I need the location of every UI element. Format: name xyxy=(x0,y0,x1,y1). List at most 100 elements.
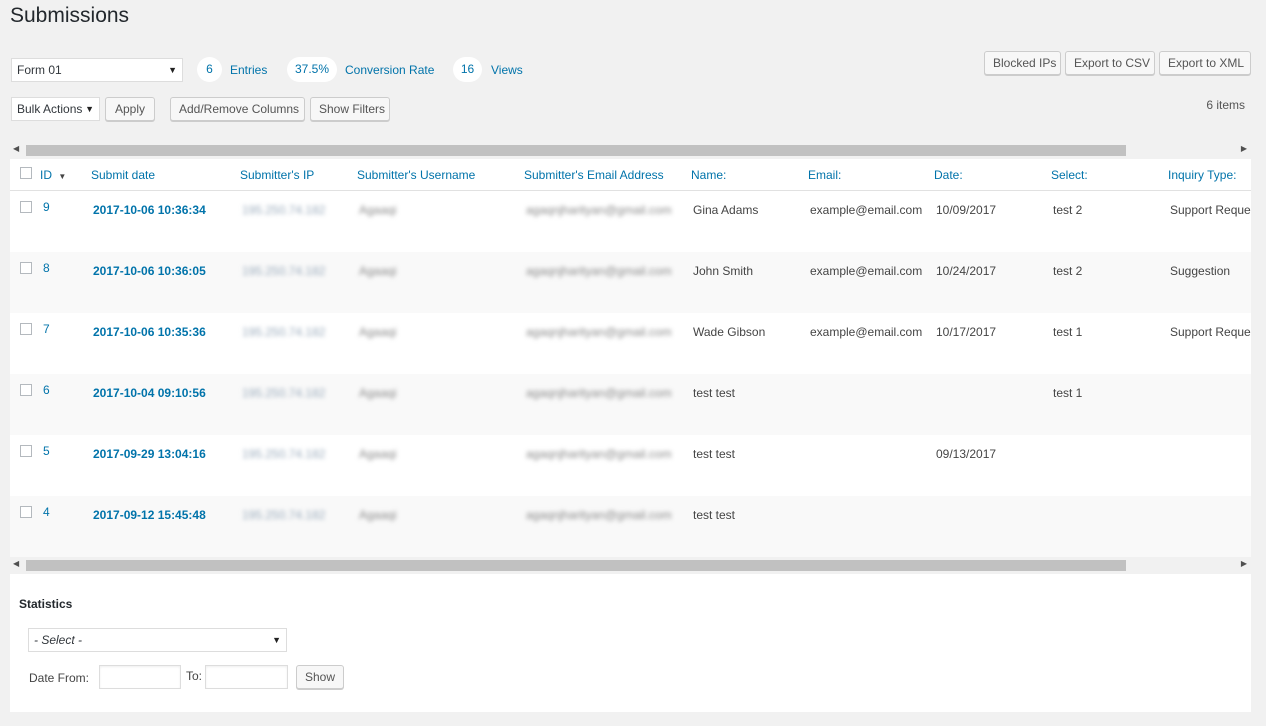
form-select-value: Form 01 xyxy=(17,63,62,77)
submitter-username-cell: Agaaqi xyxy=(359,447,397,461)
column-header-submitter-email[interactable]: Submitter's Email Address xyxy=(524,168,664,182)
date-from-label: Date From: xyxy=(29,671,90,685)
column-header-submitter-ip[interactable]: Submitter's IP xyxy=(240,168,314,182)
submitter-email-cell: agaqnjharityan@gmail.com xyxy=(526,508,672,522)
select-cell: test 2 xyxy=(1053,264,1083,278)
name-cell: John Smith xyxy=(693,264,754,278)
entries-link[interactable]: Entries xyxy=(230,63,267,77)
submitter-username-cell: Agaaqi xyxy=(359,325,397,339)
inquiry-type-cell: Suggestion xyxy=(1170,264,1231,278)
row-checkbox[interactable] xyxy=(20,323,32,335)
id-cell[interactable]: 6 xyxy=(43,383,50,397)
name-cell: test test xyxy=(693,386,736,400)
submit-date-cell[interactable]: 2017-10-06 10:36:34 xyxy=(93,203,206,217)
column-header-submitter-username[interactable]: Submitter's Username xyxy=(357,168,475,182)
form-select[interactable]: Form 01 ▼ xyxy=(11,58,183,82)
column-header-id[interactable]: ID ▼ xyxy=(40,168,66,182)
date-to-label: To: xyxy=(186,669,203,683)
export-csv-button[interactable]: Export to CSV xyxy=(1065,51,1155,75)
id-cell[interactable]: 4 xyxy=(43,505,50,519)
table-header: ID ▼ Submit date Submitter's IP Submitte… xyxy=(10,159,1251,191)
show-statistics-button[interactable]: Show xyxy=(296,665,344,689)
id-cell[interactable]: 9 xyxy=(43,200,50,214)
row-checkbox[interactable] xyxy=(20,384,32,396)
bulk-actions-select[interactable]: Bulk Actions ▼ xyxy=(11,97,100,121)
submitter-ip-cell: 195.250.74.182 xyxy=(242,386,326,400)
submitter-ip-cell: 195.250.74.182 xyxy=(242,447,326,461)
submitter-email-cell: agaqnjharityan@gmail.com xyxy=(526,386,672,400)
horizontal-scrollbar-bottom[interactable]: ◀ ▶ xyxy=(10,557,1251,572)
select-cell: test 1 xyxy=(1053,325,1083,339)
submit-date-cell[interactable]: 2017-09-29 13:04:16 xyxy=(93,447,206,461)
submitter-email-cell: agaqnjharityan@gmail.com xyxy=(526,264,672,278)
table-row: 7 2017-10-06 10:35:36 195.250.74.182 Agaaqi… xyxy=(10,313,1251,374)
date-to-input[interactable] xyxy=(205,665,288,689)
date-cell: 09/13/2017 xyxy=(936,447,997,461)
apply-button[interactable]: Apply xyxy=(105,97,155,121)
statistics-select[interactable]: - Select - ▼ xyxy=(28,628,287,652)
submit-date-cell[interactable]: 2017-10-06 10:35:36 xyxy=(93,325,206,339)
conversion-rate-link[interactable]: Conversion Rate xyxy=(345,63,434,77)
column-header-inquiry-type[interactable]: Inquiry Type: xyxy=(1168,168,1236,182)
submit-date-cell[interactable]: 2017-10-06 10:36:05 xyxy=(93,264,206,278)
submit-date-cell[interactable]: 2017-09-12 15:45:48 xyxy=(93,508,206,522)
caret-down-icon: ▼ xyxy=(85,104,94,114)
row-checkbox[interactable] xyxy=(20,445,32,457)
conversion-rate-badge: 37.5% xyxy=(287,57,337,82)
select-cell: test 1 xyxy=(1053,386,1083,400)
row-checkbox[interactable] xyxy=(20,262,32,274)
name-cell: test test xyxy=(693,447,736,461)
id-cell[interactable]: 7 xyxy=(43,322,50,336)
views-link[interactable]: Views xyxy=(491,63,523,77)
submissions-table: ID ▼ Submit date Submitter's IP Submitte… xyxy=(10,159,1251,558)
horizontal-scrollbar-top[interactable]: ◀ ▶ xyxy=(10,142,1251,157)
column-header-name[interactable]: Name: xyxy=(691,168,726,182)
id-cell[interactable]: 8 xyxy=(43,261,50,275)
table-row: 4 2017-09-12 15:45:48 195.250.74.182 Agaaqi… xyxy=(10,496,1251,557)
statistics-panel: Statistics - Select - ▼ Date From: To: S… xyxy=(10,574,1251,712)
arrow-right-icon[interactable]: ▶ xyxy=(1241,144,1247,153)
email-cell: example@email.com xyxy=(810,325,923,339)
scrollbar-thumb[interactable] xyxy=(26,145,1126,156)
views-count-badge: 16 xyxy=(453,57,482,82)
column-header-select[interactable]: Select: xyxy=(1051,168,1088,182)
arrow-right-icon[interactable]: ▶ xyxy=(1241,559,1247,568)
blocked-ips-button[interactable]: Blocked IPs xyxy=(984,51,1061,75)
submitter-ip-cell: 195.250.74.182 xyxy=(242,325,326,339)
export-xml-button[interactable]: Export to XML xyxy=(1159,51,1251,75)
submitter-username-cell: Agaaqi xyxy=(359,203,397,217)
show-filters-button[interactable]: Show Filters xyxy=(310,97,390,121)
caret-down-icon: ▼ xyxy=(168,65,177,75)
inquiry-type-cell: Support Request xyxy=(1170,325,1251,339)
row-checkbox[interactable] xyxy=(20,201,32,213)
row-checkbox[interactable] xyxy=(20,506,32,518)
table-row: 5 2017-09-29 13:04:16 195.250.74.182 Agaaqi… xyxy=(10,435,1251,496)
column-header-date[interactable]: Date: xyxy=(934,168,963,182)
submitter-username-cell: Agaaqi xyxy=(359,264,397,278)
submitter-email-cell: agaqnjharityan@gmail.com xyxy=(526,325,672,339)
date-from-input[interactable] xyxy=(99,665,181,689)
name-cell: Wade Gibson xyxy=(693,325,766,339)
select-all-checkbox[interactable] xyxy=(20,167,32,179)
submit-date-cell[interactable]: 2017-10-04 09:10:56 xyxy=(93,386,206,400)
item-count: 6 items xyxy=(1206,98,1245,112)
email-cell: example@email.com xyxy=(810,203,923,217)
submitter-ip-cell: 195.250.74.182 xyxy=(242,264,326,278)
statistics-select-value: - Select - xyxy=(34,633,83,647)
column-header-label: ID xyxy=(40,168,52,182)
sort-descending-icon: ▼ xyxy=(58,172,67,181)
arrow-left-icon[interactable]: ◀ xyxy=(13,144,19,153)
name-cell: Gina Adams xyxy=(693,203,759,217)
submitter-email-cell: agaqnjharityan@gmail.com xyxy=(526,203,672,217)
add-remove-columns-button[interactable]: Add/Remove Columns xyxy=(170,97,305,121)
submitter-ip-cell: 195.250.74.182 xyxy=(242,203,326,217)
submitter-username-cell: Agaaqi xyxy=(359,386,397,400)
column-header-email[interactable]: Email: xyxy=(808,168,841,182)
name-cell: test test xyxy=(693,508,736,522)
column-header-submit-date[interactable]: Submit date xyxy=(91,168,155,182)
submitter-username-cell: Agaaqi xyxy=(359,508,397,522)
arrow-left-icon[interactable]: ◀ xyxy=(13,559,19,568)
id-cell[interactable]: 5 xyxy=(43,444,50,458)
scrollbar-thumb[interactable] xyxy=(26,560,1126,571)
date-cell: 10/17/2017 xyxy=(936,325,997,339)
